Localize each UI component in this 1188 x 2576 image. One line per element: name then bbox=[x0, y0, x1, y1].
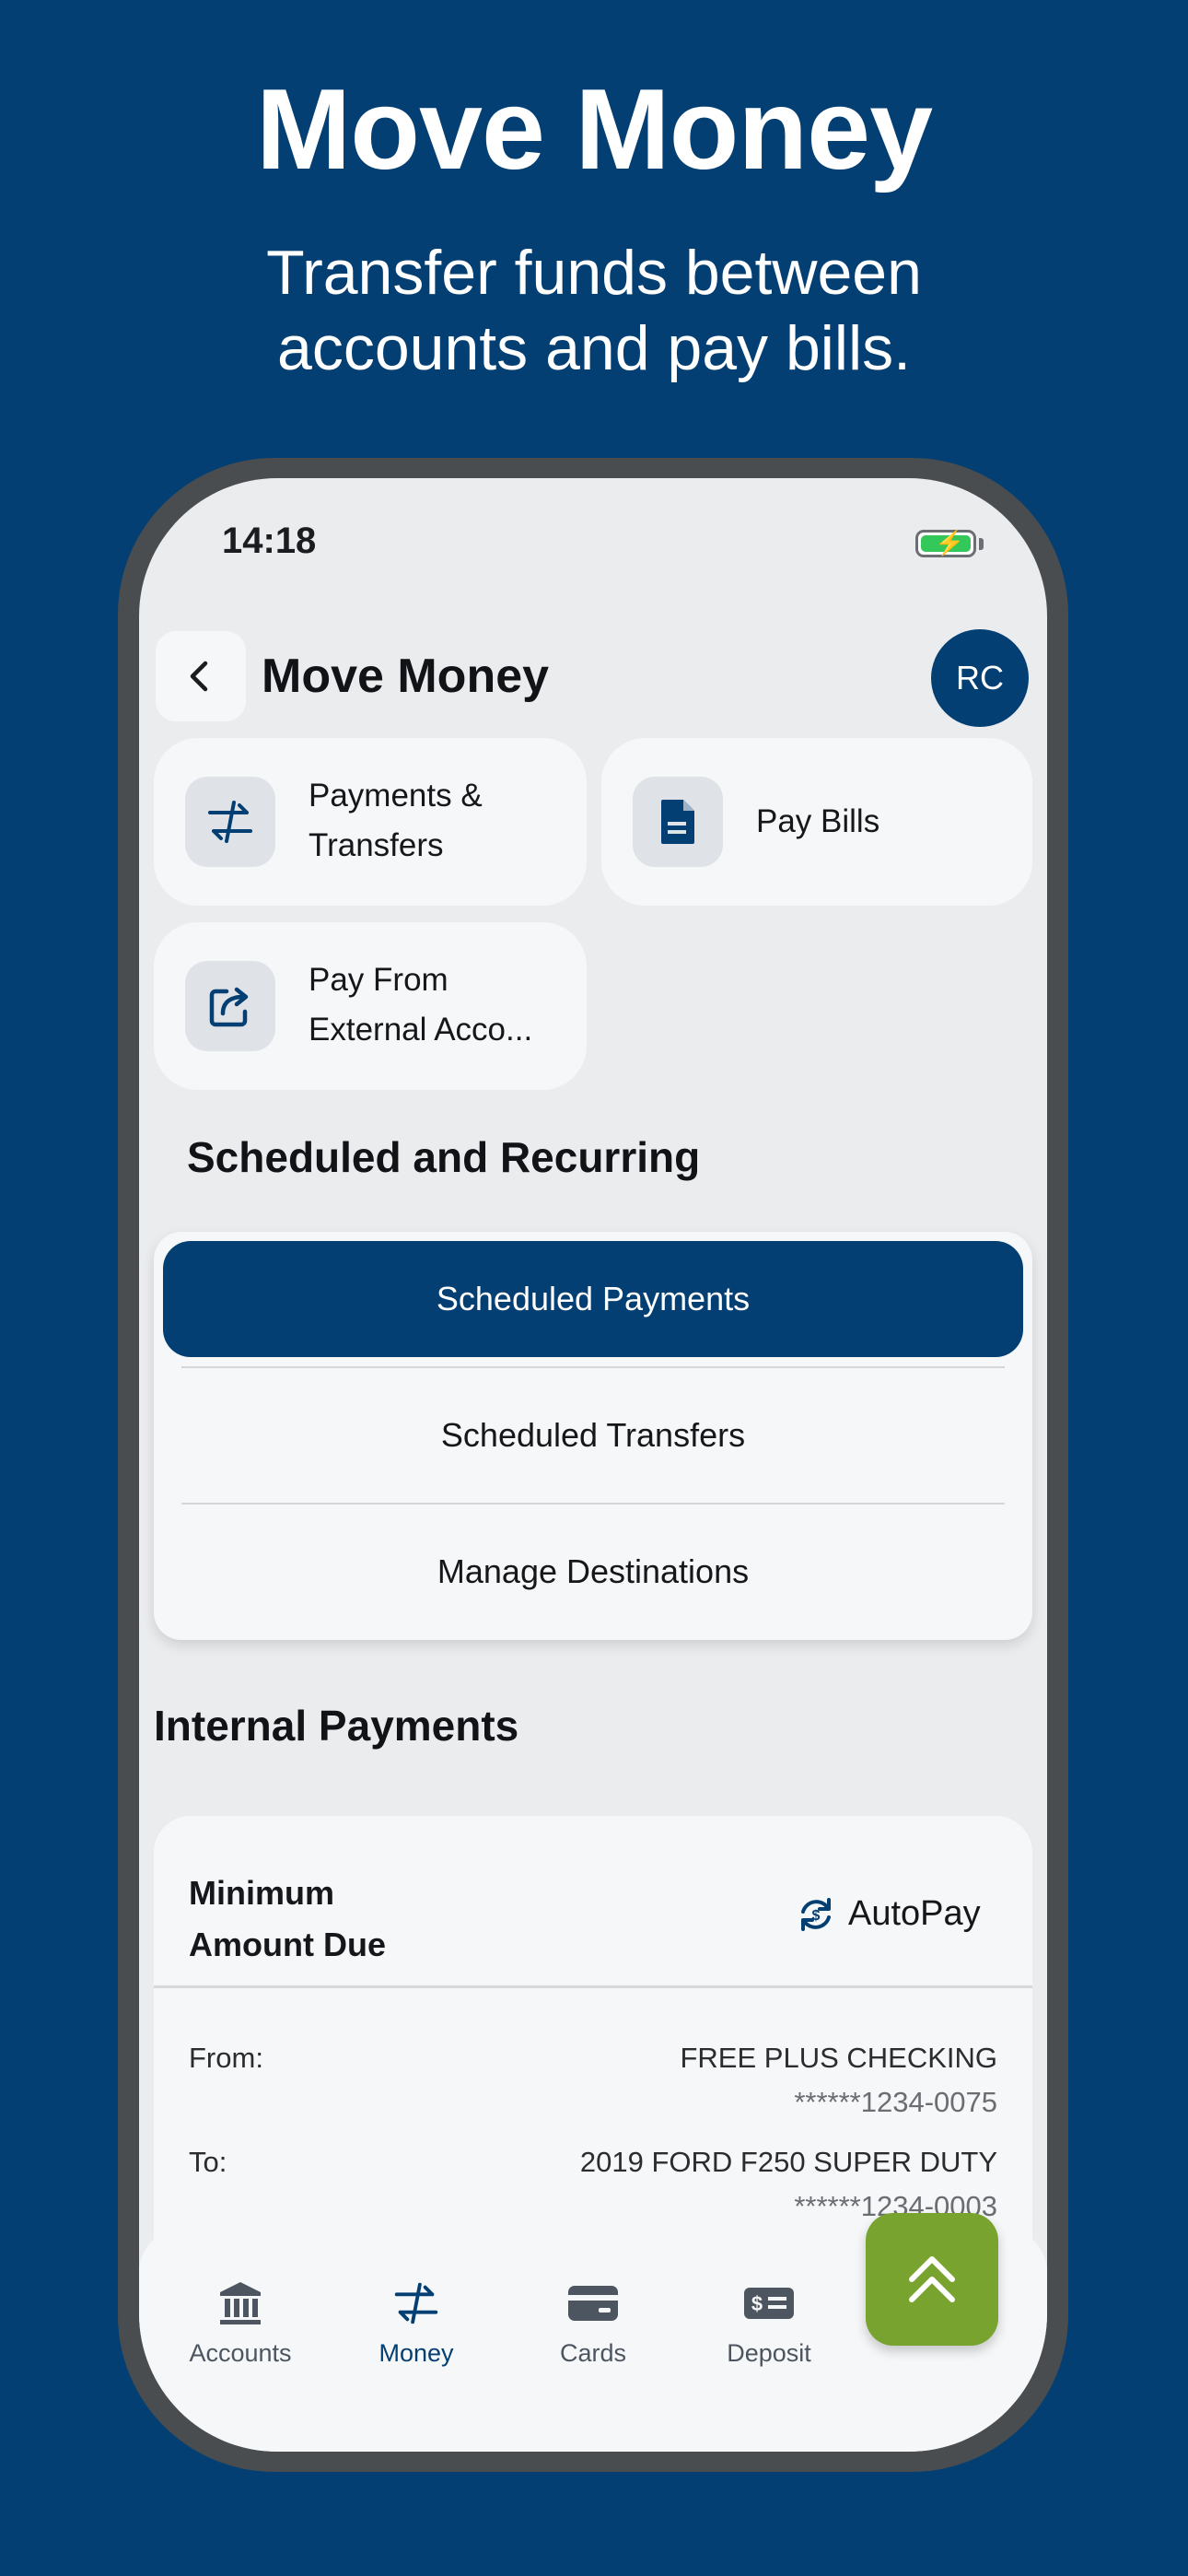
double-chevron-up-icon bbox=[909, 2256, 955, 2302]
tab-label: Money bbox=[379, 2339, 454, 2367]
bank-icon bbox=[220, 2282, 261, 2324]
credit-card-icon bbox=[568, 2286, 618, 2321]
action-label: Pay From External Acco... bbox=[309, 955, 532, 1055]
share-external-icon bbox=[185, 961, 275, 1051]
action-label-line: Pay From bbox=[309, 962, 448, 998]
tab-deposit[interactable]: $ Deposit bbox=[700, 2280, 838, 2368]
from-label: From: bbox=[189, 2042, 263, 2074]
chevron-left-icon bbox=[190, 661, 208, 692]
manage-destinations-button[interactable]: Manage Destinations bbox=[181, 1503, 1005, 1639]
tab-cards[interactable]: Cards bbox=[524, 2280, 662, 2368]
scheduled-options-card: Scheduled Payments Scheduled Transfers M… bbox=[154, 1232, 1032, 1640]
payment-type-line: Minimum bbox=[189, 1874, 334, 1912]
tab-label: Deposit bbox=[727, 2339, 811, 2367]
payment-type: Minimum Amount Due bbox=[189, 1868, 386, 1971]
autopay-label: AutoPay bbox=[848, 1894, 981, 1933]
scroll-to-top-button[interactable] bbox=[866, 2213, 998, 2346]
internal-payment-card[interactable]: Minimum Amount Due $ AutoPay From: FREE … bbox=[154, 1816, 1032, 2240]
transfer-arrows-icon bbox=[185, 777, 275, 867]
divider bbox=[154, 1985, 1032, 1988]
page-title: Move Money bbox=[262, 650, 550, 703]
from-account-name: FREE PLUS CHECKING bbox=[680, 2042, 997, 2074]
hero-title: Move Money bbox=[255, 66, 933, 193]
internal-payments-title: Internal Payments bbox=[154, 1702, 519, 1750]
action-label: Pay Bills bbox=[756, 803, 880, 839]
action-label-line: Payments & bbox=[309, 778, 483, 814]
tab-label: Accounts bbox=[189, 2339, 292, 2367]
scheduled-payments-button[interactable]: Scheduled Payments bbox=[163, 1241, 1023, 1357]
payments-transfers-button[interactable]: Payments & Transfers bbox=[154, 738, 587, 906]
action-label-line: Transfers bbox=[309, 827, 444, 863]
scheduled-transfers-button[interactable]: Scheduled Transfers bbox=[181, 1366, 1005, 1503]
battery-icon: ⚡ bbox=[915, 529, 976, 557]
to-label: To: bbox=[189, 2146, 227, 2178]
tab-money[interactable]: Money bbox=[347, 2280, 485, 2368]
from-account-number: ******1234-0075 bbox=[794, 2086, 997, 2118]
hero-subtitle-line: accounts and pay bills. bbox=[277, 313, 911, 383]
tab-label: Cards bbox=[559, 2339, 627, 2367]
transfer-arrows-icon bbox=[394, 2282, 438, 2324]
tab-accounts[interactable]: Accounts bbox=[171, 2280, 309, 2368]
autopay-badge: $ AutoPay bbox=[797, 1894, 981, 1934]
to-account-name: 2019 FORD F250 SUPER DUTY bbox=[579, 2146, 997, 2178]
phone-screen: 14:18 ⚡ Move Money RC Payments & Transfe… bbox=[139, 478, 1047, 2452]
charging-bolt-icon: ⚡ bbox=[935, 529, 965, 556]
avatar[interactable]: RC bbox=[931, 629, 1029, 727]
battery-cap bbox=[979, 538, 984, 550]
action-label: Payments & Transfers bbox=[309, 771, 483, 871]
scheduled-section-title: Scheduled and Recurring bbox=[187, 1133, 701, 1181]
pay-bills-button[interactable]: Pay Bills bbox=[601, 738, 1032, 906]
status-time: 14:18 bbox=[222, 521, 317, 561]
hero-subtitle-line: Transfer funds between bbox=[266, 238, 922, 308]
action-label-line: External Acco... bbox=[309, 1012, 533, 1048]
autopay-refresh-icon: $ bbox=[801, 1897, 831, 1931]
payment-type-line: Amount Due bbox=[189, 1926, 386, 1963]
back-button[interactable] bbox=[156, 631, 246, 721]
document-icon bbox=[633, 777, 723, 867]
hero-subtitle: Transfer funds between accounts and pay … bbox=[0, 235, 1188, 386]
check-deposit-icon: $ bbox=[744, 2288, 794, 2319]
svg-text:$: $ bbox=[751, 2292, 763, 2315]
svg-text:$: $ bbox=[812, 1908, 821, 1924]
pay-from-external-button[interactable]: Pay From External Acco... bbox=[154, 922, 587, 1090]
